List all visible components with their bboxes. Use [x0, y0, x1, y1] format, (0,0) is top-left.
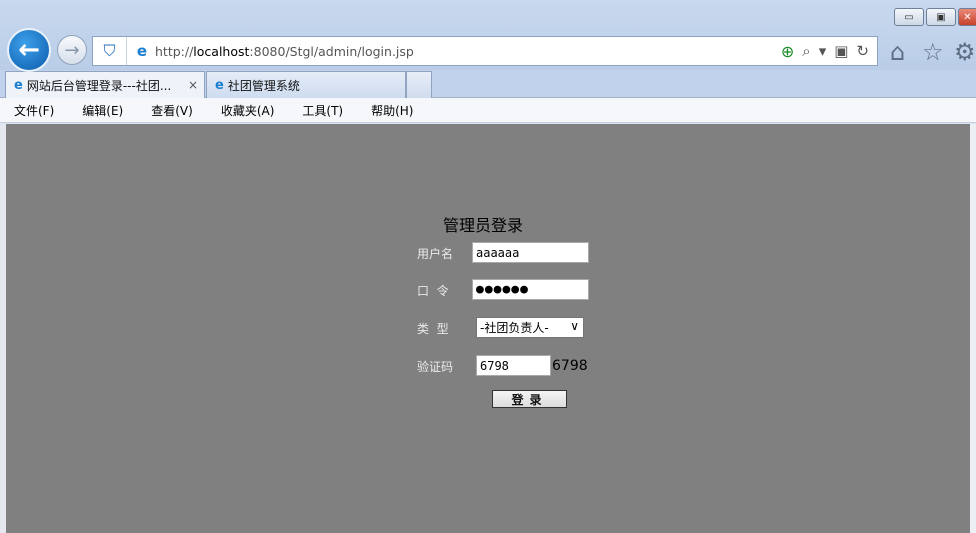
menu-help[interactable]: 帮助(H): [365, 100, 419, 121]
menu-edit[interactable]: 编辑(E): [76, 100, 129, 121]
new-tab-button[interactable]: [406, 71, 432, 98]
back-button[interactable]: ←: [7, 28, 51, 72]
tab-label: 网站后台管理登录---社团...: [26, 78, 172, 93]
menu-view[interactable]: 查看(V): [145, 100, 199, 121]
menu-bar: 文件(F) 编辑(E) 查看(V) 收藏夹(A) 工具(T) 帮助(H): [0, 98, 976, 123]
compatibility-icon[interactable]: ⊕: [781, 42, 794, 61]
refresh-icon[interactable]: ↻: [856, 42, 869, 60]
url-path: :8080/Stgl/admin/login.jsp: [249, 43, 414, 59]
close-window-button[interactable]: ✕: [958, 8, 976, 26]
browser-chrome: ▭ ▣ ✕ ← → ⛉ e http://localhost:8080/Stgl…: [0, 0, 976, 72]
home-icon[interactable]: ⌂: [890, 38, 905, 66]
type-label: 类 型: [417, 322, 449, 336]
minimize-icon: ▭: [904, 11, 914, 23]
ie-tab-icon: e: [14, 77, 23, 93]
forward-button[interactable]: →: [57, 35, 87, 65]
url-host: localhost: [193, 43, 250, 59]
forward-arrow-icon: →: [64, 39, 80, 61]
favorites-icon[interactable]: ☆: [922, 38, 944, 66]
page-content: 管理员登录 用户名 aaaaaa 口 令 ●●●●●● 类 型 -社团负责人- …: [6, 124, 970, 533]
type-select[interactable]: -社团负责人- ∨: [476, 317, 584, 338]
window-controls: ▭ ▣ ✕: [894, 8, 976, 26]
url-text[interactable]: http://localhost:8080/Stgl/admin/login.j…: [155, 44, 781, 59]
restore-icon: ▣: [936, 11, 946, 23]
address-bar[interactable]: ⛉ e http://localhost:8080/Stgl/admin/log…: [92, 36, 878, 66]
dropdown-icon[interactable]: ▾: [819, 42, 827, 60]
password-input[interactable]: ●●●●●●: [472, 279, 589, 300]
username-input[interactable]: aaaaaa: [472, 242, 589, 263]
chevron-down-icon: ∨: [570, 319, 579, 333]
captcha-code: 6798: [552, 358, 588, 374]
settings-gear-icon[interactable]: ⚙: [954, 38, 976, 66]
security-shield-icon[interactable]: ⛉: [93, 37, 127, 65]
search-icon[interactable]: ⌕: [802, 42, 810, 60]
tab-club-system[interactable]: e 社团管理系统: [206, 71, 406, 98]
page-view-icon[interactable]: ▣: [834, 42, 848, 60]
menu-favorites[interactable]: 收藏夹(A): [215, 100, 281, 121]
login-title: 管理员登录: [443, 216, 524, 235]
password-label: 口 令: [417, 284, 449, 298]
captcha-input[interactable]: 6798: [476, 355, 551, 376]
tab-close-icon[interactable]: ×: [188, 78, 198, 92]
minimize-button[interactable]: ▭: [894, 8, 924, 26]
scrollbar[interactable]: [970, 124, 976, 533]
url-prefix: http://: [155, 43, 194, 59]
tab-bar: e 网站后台管理登录---社团... × e 社团管理系统: [0, 70, 976, 98]
restore-button[interactable]: ▣: [926, 8, 956, 26]
tab-label: 社团管理系统: [227, 78, 300, 93]
tab-login[interactable]: e 网站后台管理登录---社团... ×: [5, 71, 205, 98]
close-icon: ✕: [963, 11, 972, 23]
back-arrow-icon: ←: [18, 35, 40, 65]
username-label: 用户名: [417, 247, 454, 261]
type-selected-value: -社团负责人-: [480, 321, 549, 335]
menu-tools[interactable]: 工具(T): [296, 100, 349, 121]
login-button[interactable]: 登录: [492, 390, 567, 408]
captcha-label: 验证码: [417, 360, 454, 374]
ie-page-icon: e: [136, 42, 148, 60]
ie-tab-icon: e: [215, 77, 224, 93]
address-tools: ⊕ ⌕ ▾ ▣ ↻: [781, 42, 877, 61]
menu-file[interactable]: 文件(F): [8, 100, 60, 121]
